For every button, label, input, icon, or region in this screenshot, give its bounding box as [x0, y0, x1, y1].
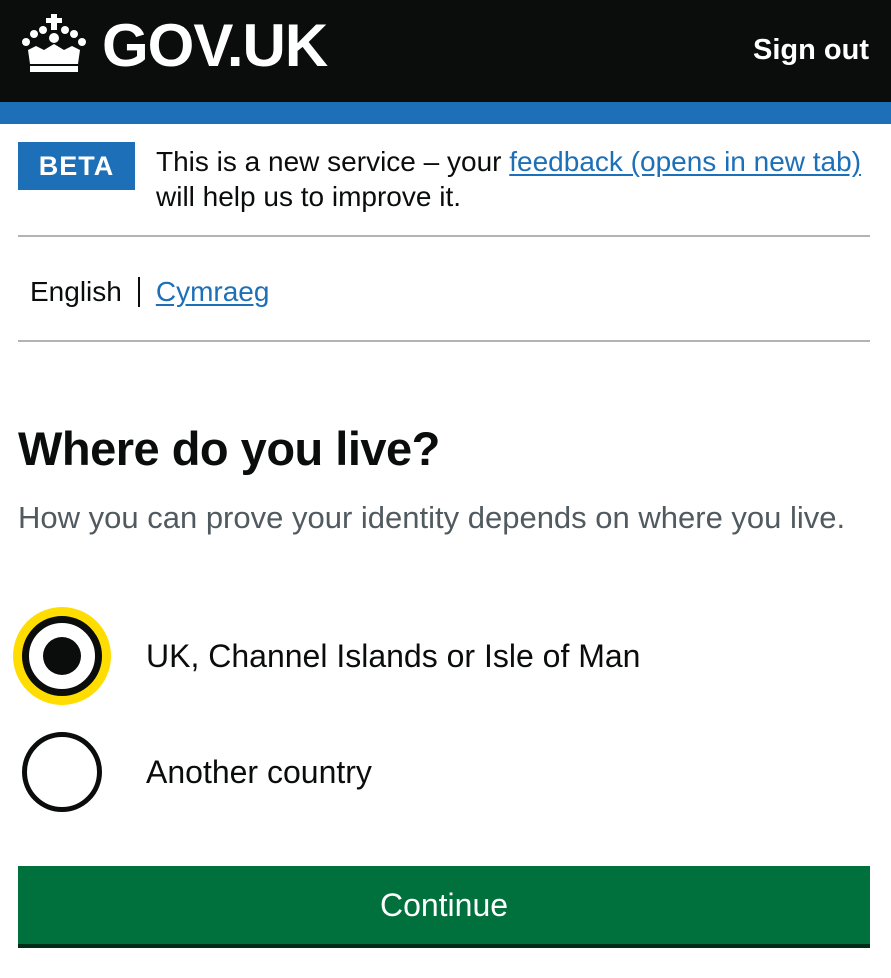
radio-option-uk[interactable]: UK, Channel Islands or Isle of Man: [18, 612, 878, 708]
radio-button-checked[interactable]: [22, 616, 102, 696]
page-title: Where do you live?: [18, 422, 440, 475]
sign-out-link[interactable]: Sign out: [753, 30, 869, 70]
radio-selected-dot: [43, 637, 81, 675]
continue-button[interactable]: Continue: [18, 866, 870, 944]
language-current: English: [30, 276, 122, 307]
radio-button[interactable]: [22, 732, 102, 812]
question-hint: How you can prove your identity depends …: [18, 500, 846, 535]
divider: [18, 235, 870, 237]
radio-label[interactable]: UK, Channel Islands or Isle of Man: [146, 634, 640, 678]
govuk-logo[interactable]: GOV.UK: [102, 10, 328, 82]
phase-banner-text: This is a new service – your feedback (o…: [156, 144, 876, 214]
language-toggle: English Cymraeg: [30, 272, 269, 312]
feedback-link[interactable]: feedback (opens in new tab): [509, 146, 861, 177]
language-link-cymraeg[interactable]: Cymraeg: [156, 272, 270, 312]
language-separator: [137, 277, 140, 307]
radio-label[interactable]: Another country: [146, 750, 372, 794]
phase-banner-text-after: will help us to improve it.: [156, 181, 462, 212]
site-header: GOV.UK Sign out: [0, 0, 891, 102]
crown-icon: [22, 14, 86, 72]
beta-tag: BETA: [18, 142, 135, 190]
header-blue-bar: [0, 102, 891, 124]
divider: [18, 340, 870, 342]
radio-option-another-country[interactable]: Another country: [18, 728, 878, 824]
phase-banner-text-before: This is a new service – your: [156, 146, 510, 177]
